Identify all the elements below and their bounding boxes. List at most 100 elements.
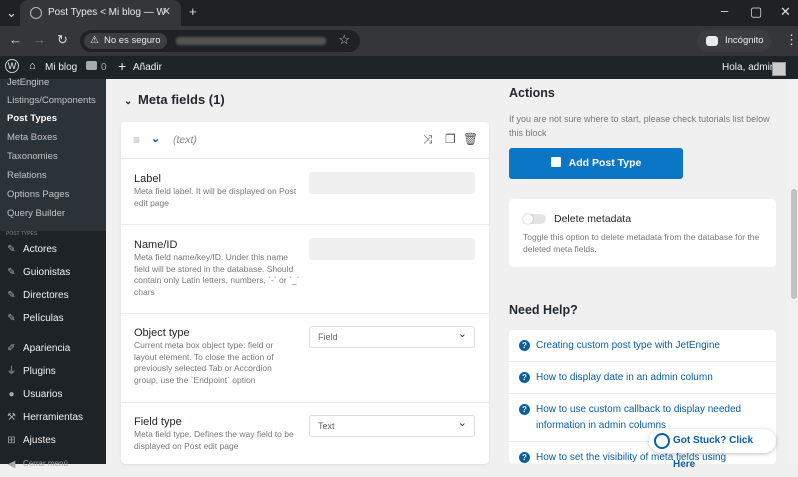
lifebuoy-icon	[654, 433, 670, 449]
delete-metadata-toggle[interactable]	[523, 214, 546, 224]
incognito-badge[interactable]: Incógnito (2)	[697, 30, 771, 68]
bookmark-star-icon[interactable]: ☆	[338, 32, 350, 48]
menu-item-usuarios[interactable]: ● Usuarios	[0, 385, 106, 405]
shuffle-icon[interactable]: ⤨	[423, 132, 433, 147]
collapse-menu[interactable]: ◀ Cerrar menú	[0, 455, 106, 475]
divider	[509, 393, 776, 394]
scrollbar-thumb[interactable]	[791, 189, 797, 299]
collapse-icon: ◀	[7, 459, 16, 470]
field-row-label: Label Meta field label. It will be displ…	[121, 160, 489, 225]
page-scrollbar[interactable]	[790, 79, 798, 464]
object-type-select[interactable]: Field	[309, 324, 475, 348]
field-row-object-type: Object type Current meta box object type…	[121, 315, 489, 403]
menu-item-directores[interactable]: ✎ Directores	[0, 286, 106, 306]
site-name-link[interactable]: Mi blog	[45, 62, 77, 73]
submenu-item-query-builder[interactable]: Query Builder	[7, 208, 65, 219]
question-icon: ?	[519, 404, 530, 415]
users-icon: ●	[8, 389, 15, 400]
menu-item-apariencia[interactable]: ✐ Apariencia	[0, 339, 106, 359]
pushpin-icon: ✎	[7, 267, 16, 278]
url-text[interactable]	[176, 37, 326, 45]
drag-handle-icon[interactable]: ≡	[133, 133, 140, 147]
got-stuck-button[interactable]: Got Stuck? Click Here	[649, 429, 776, 470]
home-icon[interactable]: ⌂	[29, 60, 36, 72]
greeting[interactable]: Hola, admin	[722, 62, 775, 73]
field-type-description: Meta field type. Defines the way field t…	[134, 429, 294, 451]
avatar[interactable]	[772, 62, 786, 76]
reload-icon[interactable]: ↻	[57, 32, 68, 48]
add-new-link[interactable]: Añadir	[133, 62, 162, 73]
menu-item-herramientas[interactable]: ⚒ Herramientas	[0, 408, 106, 428]
submenu-item-post-types[interactable]: Post Types	[7, 113, 57, 124]
menu-item-ajustes[interactable]: ⊞ Ajustes	[0, 431, 106, 451]
field-name-title: Name/ID	[134, 239, 178, 251]
help-link[interactable]: ? Creating custom post type with JetEngin…	[519, 338, 769, 354]
delete-metadata-description: Toggle this option to delete metadata fr…	[523, 232, 760, 254]
need-help-heading: Need Help?	[509, 303, 578, 317]
pushpin-icon: ✎	[7, 313, 16, 324]
delete-metadata-card: Delete metadata Toggle this option to de…	[509, 199, 776, 267]
admin-sidebar: JetEngine Listings/Components Post Types…	[0, 77, 106, 470]
question-icon: ?	[519, 372, 530, 383]
wordpress-favicon-icon	[30, 7, 42, 19]
trash-icon[interactable]: 🗑	[463, 132, 478, 146]
field-type-title: Field type	[134, 416, 182, 428]
jetengine-submenu: JetEngine Listings/Components Post Types…	[0, 77, 106, 231]
object-type-description: Current meta box object type: field or l…	[134, 340, 274, 385]
browser-tab[interactable]: Post Types < Mi blog — WordPress ✕	[20, 0, 181, 26]
meta-fields-heading[interactable]: ⌄ Meta fields (1)	[124, 92, 225, 107]
divider	[509, 361, 776, 362]
help-link[interactable]: ? How to display date in an admin column	[519, 370, 769, 386]
name-id-input[interactable]	[309, 238, 475, 260]
comments-icon[interactable]	[86, 61, 97, 70]
comments-count[interactable]: 0	[101, 62, 107, 73]
new-tab-icon[interactable]: +	[189, 4, 197, 19]
menu-item-peliculas[interactable]: ✎ Películas	[0, 309, 106, 329]
chevron-down-icon[interactable]: ⌄	[151, 132, 160, 145]
plugin-icon: ⏚	[6, 366, 17, 377]
submenu-item-meta-boxes[interactable]: Meta Boxes	[7, 132, 57, 143]
address-bar-row: ← → ↻ No es seguro ☆ Incógnito (2) ⋮	[0, 26, 798, 68]
back-icon[interactable]: ←	[9, 32, 22, 47]
close-window-icon[interactable]: ✕	[780, 4, 791, 20]
minimize-icon[interactable]: –	[721, 3, 728, 18]
field-type-select[interactable]: Text	[309, 413, 475, 437]
chevron-down-icon[interactable]: ⌄	[124, 96, 138, 107]
submenu-item-jetengine[interactable]: JetEngine	[7, 77, 49, 88]
add-new-icon[interactable]: +	[118, 58, 126, 74]
menu-item-actores[interactable]: ✎ Actores	[0, 240, 106, 260]
submenu-item-taxonomies[interactable]: Taxonomies	[7, 151, 58, 162]
submenu-item-listings[interactable]: Listings/Components	[7, 95, 96, 106]
browser-tab-bar: ⌄ Post Types < Mi blog — WordPress ✕ + –…	[0, 0, 798, 26]
meta-field-card: ≡ ⌄ (text) ⤨ ❐ 🗑 Label Meta field label.…	[121, 122, 489, 464]
meta-field-name: (text)	[173, 134, 197, 146]
menu-item-guionistas[interactable]: ✎ Guionistas	[0, 263, 106, 283]
wordpress-logo-icon[interactable]: W	[5, 59, 19, 73]
add-post-type-button[interactable]: Add Post Type	[509, 148, 683, 179]
pushpin-icon: ✎	[7, 244, 16, 255]
omnibox[interactable]: No es seguro ☆	[80, 30, 360, 52]
tab-search-icon[interactable]: ⌄	[6, 5, 17, 21]
delete-metadata-label: Delete metadata	[554, 213, 632, 225]
question-icon: ?	[519, 340, 530, 351]
forward-icon[interactable]: →	[33, 32, 46, 47]
browser-menu-icon[interactable]: ⋮	[785, 32, 798, 48]
field-row-field-type: Field type Meta field type. Defines the …	[121, 404, 489, 464]
close-tab-icon[interactable]: ✕	[162, 5, 171, 18]
field-name-description: Meta field name/key/ID. Under this name …	[134, 252, 300, 297]
menu-item-plugins[interactable]: ⏚ Plugins	[0, 362, 106, 382]
object-type-title: Object type	[134, 327, 190, 339]
copy-icon[interactable]: ❐	[445, 132, 456, 146]
meta-field-header: ≡ ⌄ (text) ⤨ ❐ 🗑	[121, 122, 489, 159]
wrench-icon: ⚒	[7, 412, 16, 423]
question-icon: ?	[519, 452, 530, 463]
paintbrush-icon: ✐	[7, 343, 16, 354]
submenu-item-relations[interactable]: Relations	[7, 170, 47, 181]
maximize-icon[interactable]: ▢	[750, 4, 762, 20]
actions-heading: Actions	[509, 86, 555, 100]
security-indicator[interactable]: No es seguro	[84, 33, 167, 49]
submenu-item-options-pages[interactable]: Options Pages	[7, 189, 69, 200]
label-input[interactable]	[309, 172, 475, 194]
save-icon	[550, 157, 561, 167]
tab-title: Post Types < Mi blog — WordPress	[48, 7, 166, 18]
